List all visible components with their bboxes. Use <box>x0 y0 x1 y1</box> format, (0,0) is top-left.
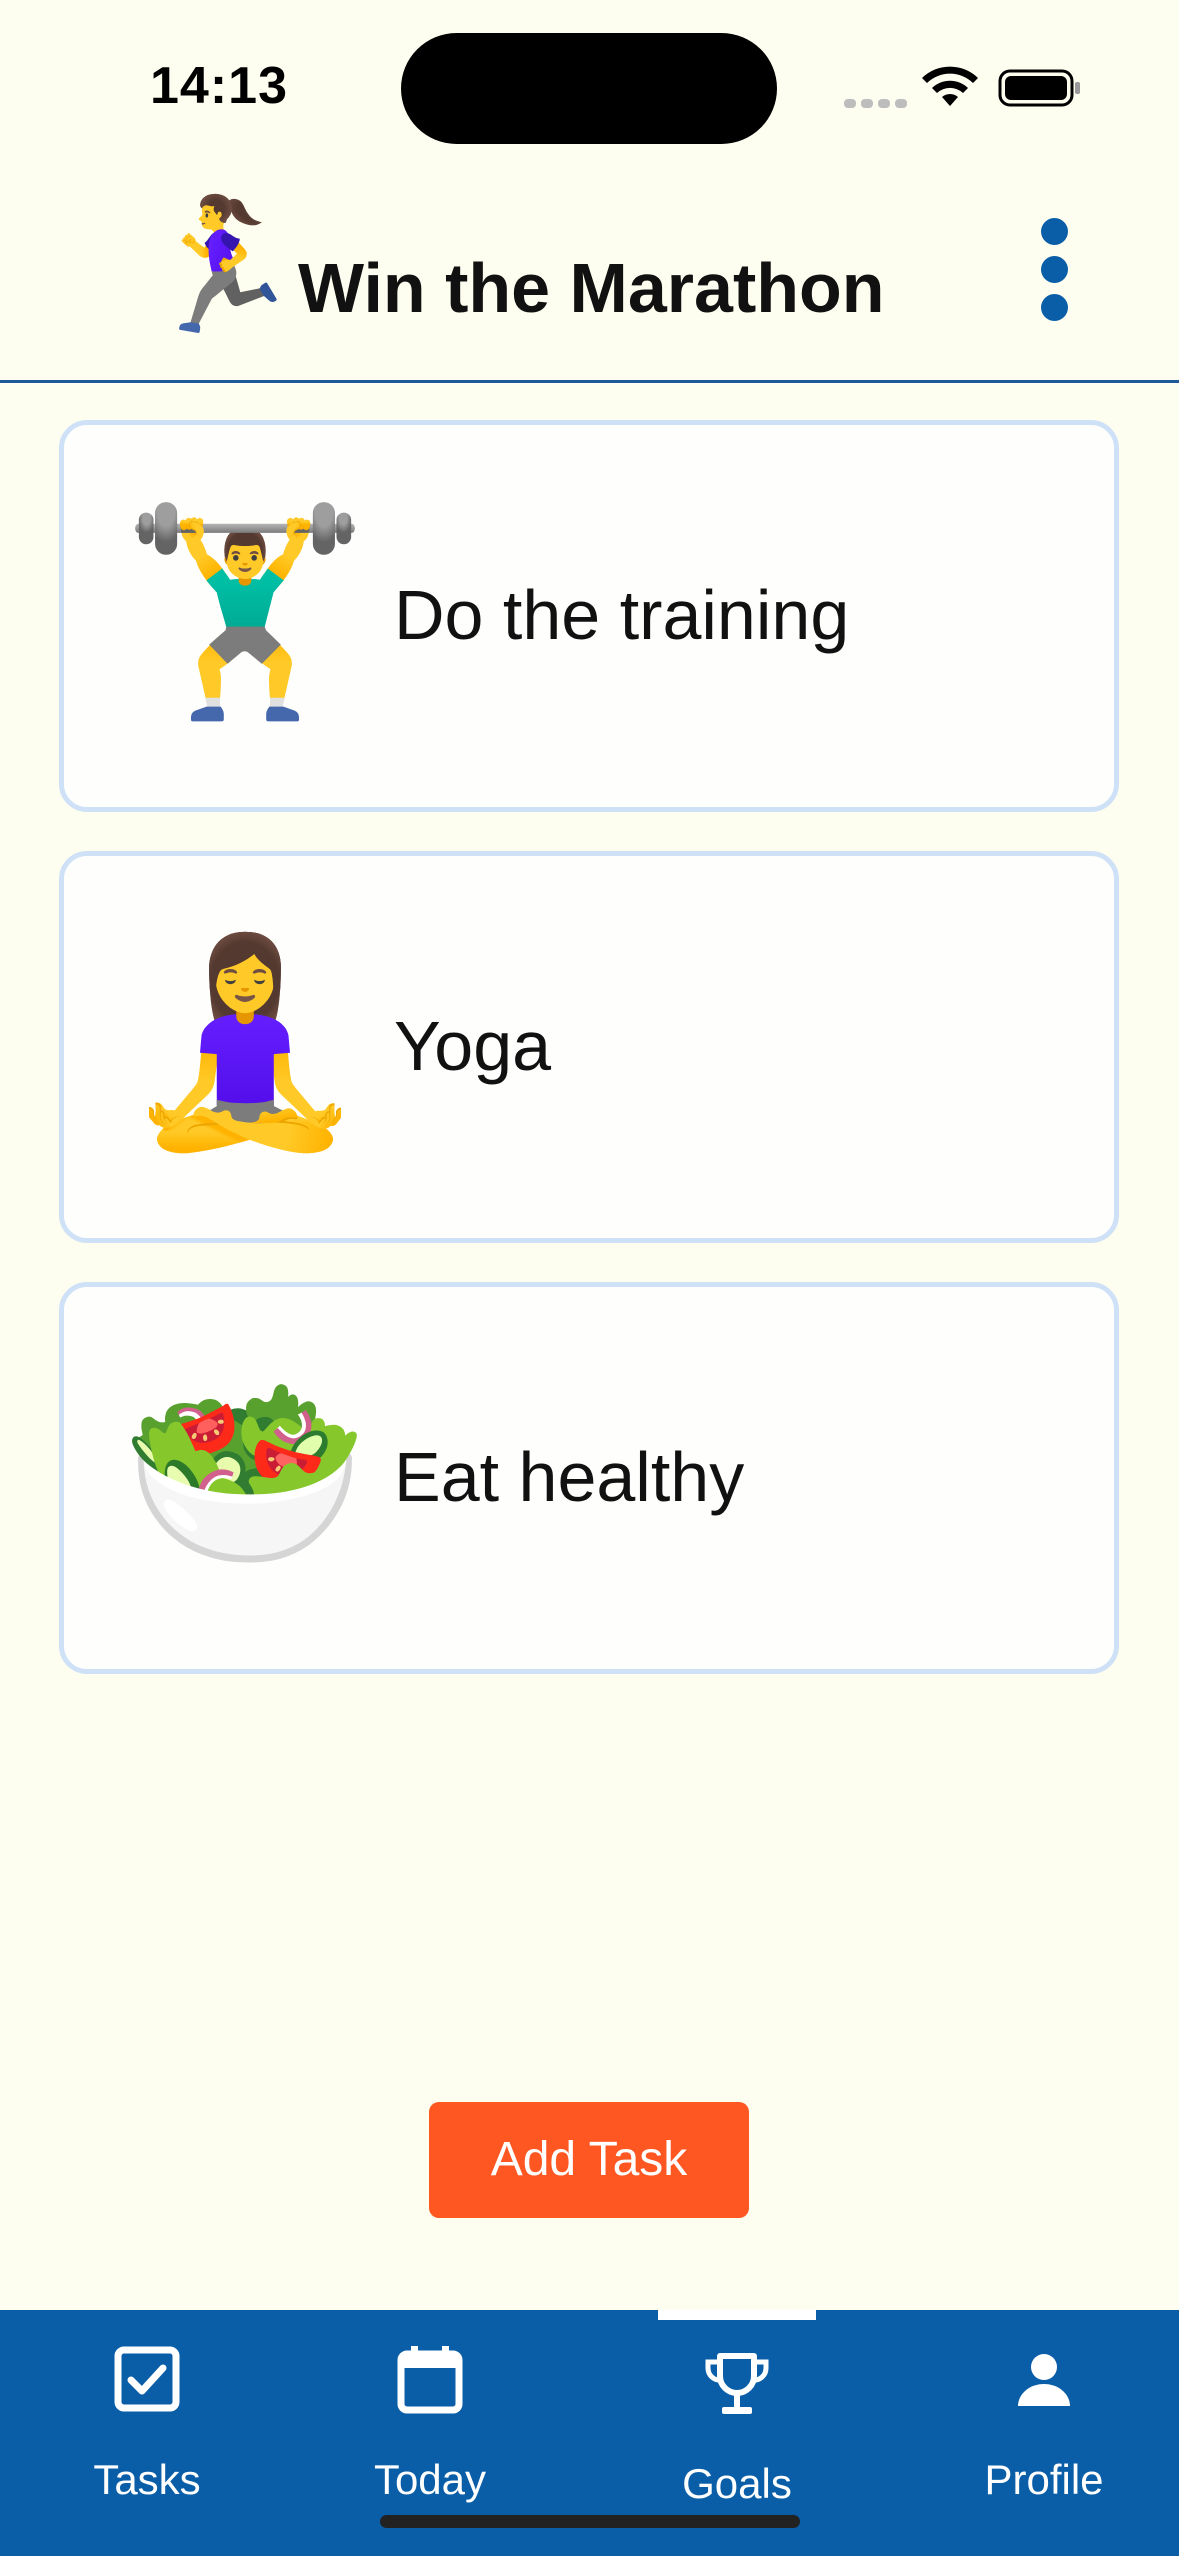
tab-tasks[interactable]: Tasks <box>0 2310 294 2510</box>
task-card[interactable]: 🏋️‍♂️ Do the training <box>59 420 1119 812</box>
tab-goals[interactable]: Goals <box>590 2310 884 2510</box>
tab-label: Tasks <box>93 2456 201 2503</box>
wifi-icon <box>922 66 978 106</box>
active-tab-indicator <box>658 2310 816 2320</box>
tab-label: Profile <box>984 2456 1104 2503</box>
task-label: Yoga <box>394 1007 552 1085</box>
task-emoji: 🧘‍♀️ <box>120 931 370 1154</box>
tab-label: Today <box>373 2456 487 2503</box>
tab-today[interactable]: Today <box>283 2310 577 2510</box>
task-label: Do the training <box>394 576 850 654</box>
page-title: Win the Marathon <box>298 249 885 327</box>
person-icon <box>1018 2354 1070 2406</box>
home-indicator <box>380 2515 800 2528</box>
trophy-icon <box>705 2353 769 2414</box>
task-emoji: 🏋️‍♂️ <box>120 500 370 723</box>
cellular-signal-icon <box>844 95 912 113</box>
task-label: Eat healthy <box>394 1438 745 1516</box>
tab-label: Goals <box>682 2460 792 2507</box>
status-bar: 14:13 <box>0 0 1179 170</box>
more-vertical-icon[interactable] <box>1030 210 1080 330</box>
goal-header: 🏃‍♀️ Win the Marathon <box>0 170 1179 383</box>
header-divider <box>0 380 1179 383</box>
status-time: 14:13 <box>150 57 288 115</box>
checkbox-icon <box>114 2346 180 2412</box>
calendar-icon <box>397 2346 463 2414</box>
battery-icon <box>998 69 1080 107</box>
dynamic-island <box>401 33 777 144</box>
task-emoji: 🥗 <box>120 1362 370 1585</box>
app-screen: 14:13 🏃‍♀️ Win the Marathon 🏋️‍♂️ D <box>0 0 1179 2556</box>
tab-profile[interactable]: Profile <box>897 2310 1179 2510</box>
task-card[interactable]: 🧘‍♀️ Yoga <box>59 851 1119 1243</box>
task-card[interactable]: 🥗 Eat healthy <box>59 1282 1119 1674</box>
goal-emoji: 🏃‍♀️ <box>140 192 302 338</box>
add-task-button[interactable]: Add Task <box>429 2102 749 2218</box>
